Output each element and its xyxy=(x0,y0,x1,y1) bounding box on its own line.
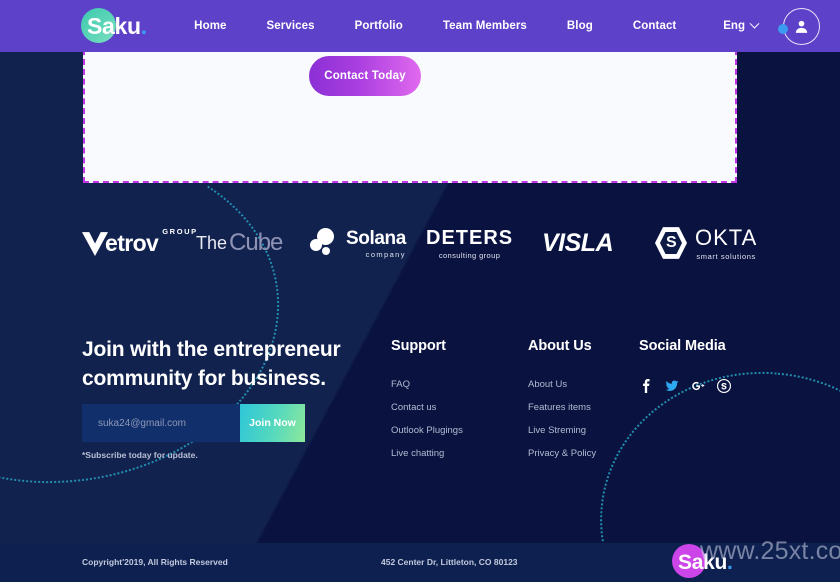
logo-text: Saku xyxy=(87,12,141,39)
bottom-address-text: 452 Center Dr, Littleton, CO 80123 xyxy=(381,557,518,567)
subscribe-email-input[interactable] xyxy=(82,404,240,442)
footer-link-live-chatting[interactable]: Live chatting xyxy=(391,448,463,459)
page-root: Saku. Home Services Portfolio Team Membe… xyxy=(0,0,840,582)
logo-dot: . xyxy=(140,12,148,39)
site-header: Saku. Home Services Portfolio Team Membe… xyxy=(0,0,840,52)
nav-item-services[interactable]: Services xyxy=(267,20,315,32)
nav-item-contact[interactable]: Contact xyxy=(633,20,677,32)
language-selector[interactable]: Eng xyxy=(723,18,760,32)
solana-molecule-icon xyxy=(310,228,340,258)
nav-item-portfolio[interactable]: Portfolio xyxy=(355,20,403,32)
footer-column-support: Support FAQ Contact us Outlook Plugings … xyxy=(391,338,463,471)
join-now-button[interactable]: Join Now xyxy=(240,404,305,442)
language-label: Eng xyxy=(723,20,745,32)
avatar-status-badge xyxy=(778,23,788,34)
cube-word-cube: Cube xyxy=(229,229,283,256)
vetrov-tagline: GROUP xyxy=(162,227,198,236)
google-plus-icon[interactable] xyxy=(691,379,705,393)
footer-support-title: Support xyxy=(391,338,446,354)
main-nav: Home Services Portfolio Team Members Blo… xyxy=(194,20,676,32)
footer-link-features-items[interactable]: Features items xyxy=(528,402,596,413)
subscribe-form: Join Now xyxy=(82,404,305,442)
skype-icon[interactable] xyxy=(717,379,731,393)
chevron-down-icon xyxy=(749,18,760,29)
okta-s-glyph: S xyxy=(666,233,677,251)
okta-hexagon-icon: S xyxy=(655,227,687,259)
copyright-text: Copyright'2019, All Rights Reserved xyxy=(82,557,228,567)
social-icon-row xyxy=(639,379,731,393)
nav-item-team-members[interactable]: Team Members xyxy=(443,20,527,32)
deters-tagline: consulting group xyxy=(438,250,501,260)
footer-link-contact-us[interactable]: Contact us xyxy=(391,402,463,413)
okta-tagline: smart solutions xyxy=(696,252,756,261)
avatar-circle[interactable] xyxy=(783,7,820,45)
watermark-text: www.25xt.com xyxy=(700,537,840,565)
footer-link-outlook-plugings[interactable]: Outlook Plugings xyxy=(391,425,463,436)
footer-column-about: About Us About Us Features items Live St… xyxy=(528,338,596,471)
footer-link-about-us[interactable]: About Us xyxy=(528,379,596,390)
contact-today-button[interactable]: Contact Today xyxy=(309,56,421,96)
subscribe-note: *Subscribe today for update. xyxy=(82,450,198,460)
nav-item-home[interactable]: Home xyxy=(194,20,226,32)
facebook-icon[interactable] xyxy=(639,379,653,393)
visla-wordmark: VISLA xyxy=(542,228,614,257)
cube-word-the: The xyxy=(196,232,228,253)
footer-about-title: About Us xyxy=(528,338,592,354)
deters-wordmark: DETERS xyxy=(426,226,514,249)
brand-logo-deters: DETERS consulting group xyxy=(426,193,513,293)
header-right-group: Eng xyxy=(723,0,820,52)
vetrov-wordmark: etrov xyxy=(105,229,159,256)
footer-link-faq[interactable]: FAQ xyxy=(391,379,463,390)
brand-logo-solana: Solana company xyxy=(310,193,406,293)
solana-wordmark: Solana xyxy=(346,227,406,249)
footer-link-privacy-policy[interactable]: Privacy & Policy xyxy=(528,448,596,459)
brand-logo-okta: S OKTA smart solutions xyxy=(655,193,757,293)
avatar[interactable] xyxy=(778,7,820,45)
user-icon xyxy=(795,20,808,33)
footer-column-social: Social Media xyxy=(639,338,731,393)
footer-link-live-streming[interactable]: Live Streming xyxy=(528,425,596,436)
client-logos-strip: etrov GROUP The Cube Solana company DETE… xyxy=(0,193,840,293)
nav-item-blog[interactable]: Blog xyxy=(567,20,593,32)
site-logo[interactable]: Saku. xyxy=(81,7,148,45)
footer-social-title: Social Media xyxy=(639,338,726,354)
footer-headline: Join with the entrepreneur community for… xyxy=(82,338,341,390)
brand-logo-visla: VISLA xyxy=(542,193,614,293)
twitter-icon[interactable] xyxy=(665,379,679,393)
okta-wordmark: OKTA xyxy=(695,225,758,250)
brand-logo-the-cube: The Cube xyxy=(196,193,283,293)
solana-tagline: company xyxy=(365,249,406,259)
brand-logo-vetrov: etrov GROUP xyxy=(82,193,198,293)
